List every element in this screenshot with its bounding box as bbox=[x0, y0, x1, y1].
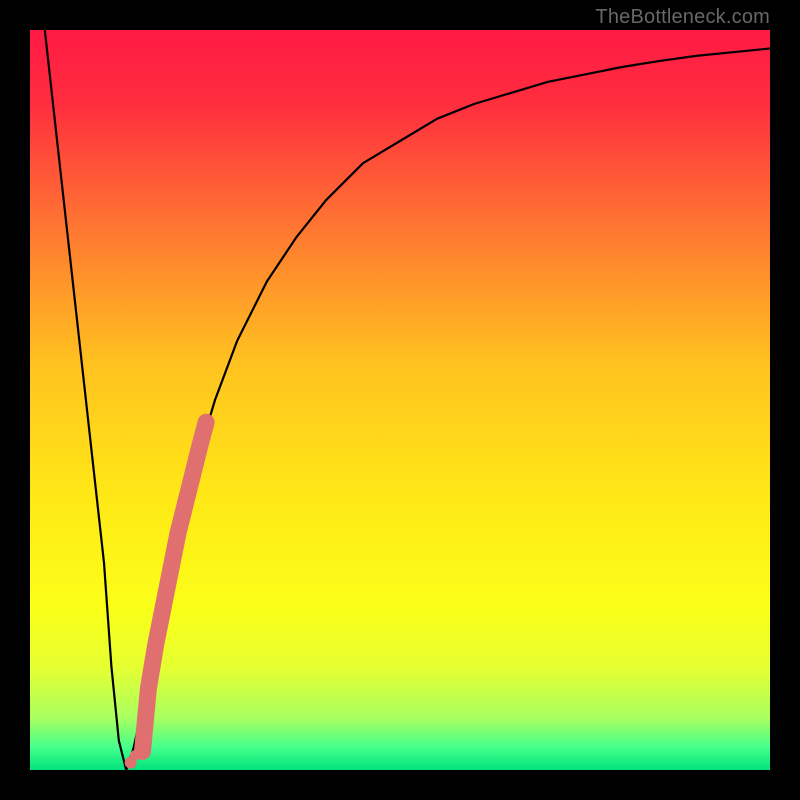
highlight-dot bbox=[130, 750, 140, 760]
highlight-dot bbox=[135, 736, 144, 745]
highlight-segment bbox=[142, 422, 206, 751]
curve-layer bbox=[30, 30, 770, 770]
watermark-text: TheBottleneck.com bbox=[595, 6, 770, 29]
chart-frame: TheBottleneck.com bbox=[0, 0, 800, 800]
plot-area bbox=[30, 30, 770, 770]
